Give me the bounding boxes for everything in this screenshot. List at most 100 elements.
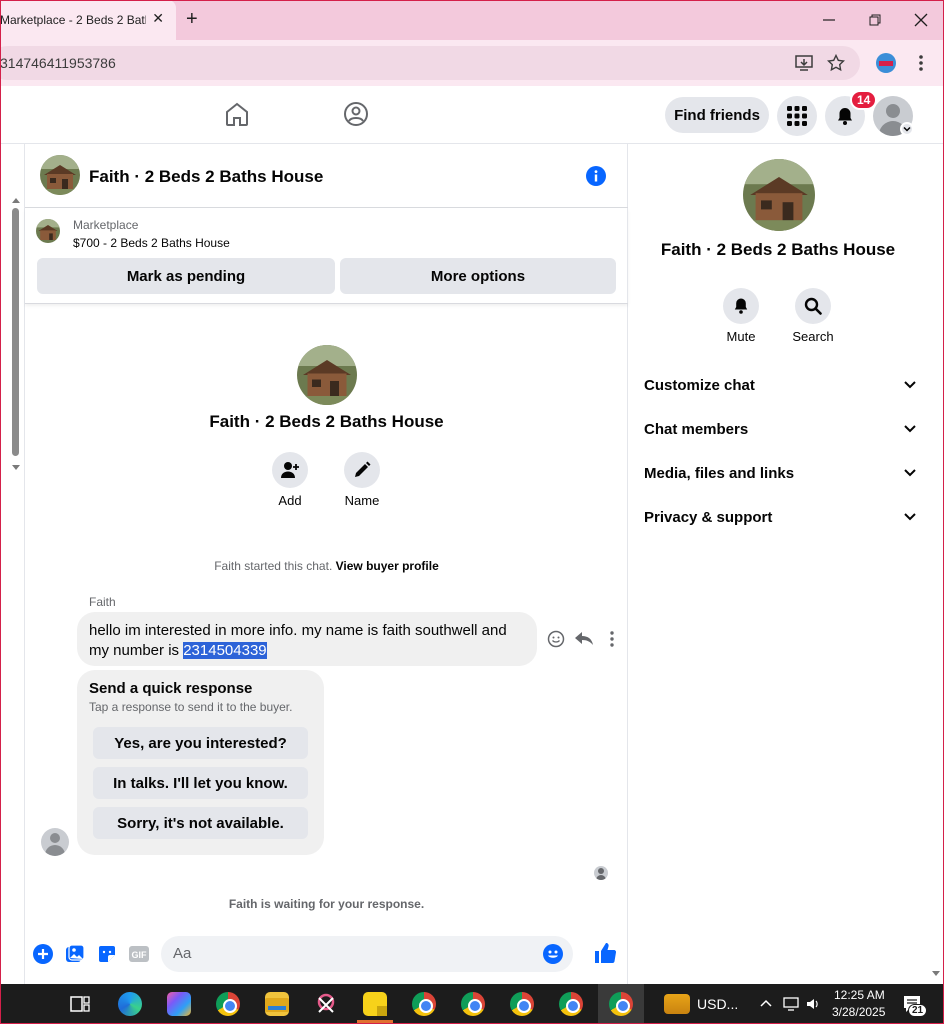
- bookmark-star-icon[interactable]: [827, 54, 845, 72]
- scroll-up-arrow-icon[interactable]: [11, 196, 21, 204]
- listing-price-title[interactable]: $700 - 2 Beds 2 Baths House: [73, 236, 230, 250]
- task-view-icon[interactable]: [70, 994, 90, 1014]
- scroll-down-arrow-icon[interactable]: [11, 464, 21, 472]
- minimize-icon[interactable]: [822, 13, 836, 27]
- info-icon[interactable]: [586, 166, 606, 186]
- tray-expand-icon[interactable]: [760, 998, 772, 1008]
- svg-text:GIF: GIF: [132, 950, 148, 960]
- notification-count-badge: 14: [850, 90, 878, 110]
- quick-response-not-available[interactable]: Sorry, it's not available.: [93, 807, 308, 839]
- groups-icon[interactable]: [342, 100, 370, 128]
- browser-tab[interactable]: Marketplace - 2 Beds 2 Baths House ✕: [0, 0, 176, 40]
- bell-icon: [734, 298, 748, 314]
- menu-button[interactable]: [777, 96, 817, 136]
- customize-chat-row[interactable]: Customize chat: [644, 370, 916, 400]
- network-icon[interactable]: [782, 996, 800, 1012]
- gif-icon[interactable]: GIF: [129, 944, 149, 964]
- more-composer-actions-icon[interactable]: [33, 944, 53, 964]
- quick-response-in-talks[interactable]: In talks. I'll let you know.: [93, 767, 308, 799]
- chrome-profile-4-icon[interactable]: [510, 992, 534, 1016]
- volume-icon[interactable]: [805, 996, 821, 1012]
- chat-started-notice: Faith started this chat. View buyer prof…: [25, 559, 628, 573]
- quick-response-title: Send a quick response: [89, 680, 253, 697]
- media-files-links-label: Media, files and links: [644, 464, 795, 482]
- search-in-chat-button[interactable]: [795, 288, 831, 324]
- reply-icon[interactable]: [574, 630, 594, 648]
- chat-title: Faith · 2 Beds 2 Baths House: [89, 167, 324, 186]
- chrome-profile-2-icon[interactable]: [412, 992, 436, 1016]
- clock-date[interactable]: 3/28/2025: [832, 1005, 885, 1019]
- message-input[interactable]: [173, 945, 533, 962]
- sender-avatar[interactable]: [41, 828, 69, 856]
- pencil-icon: [355, 461, 371, 477]
- url-text: 314746411953786: [0, 55, 116, 71]
- tab-close-icon[interactable]: ✕: [152, 10, 164, 27]
- media-files-links-row[interactable]: Media, files and links: [644, 458, 916, 488]
- mute-label: Mute: [726, 329, 756, 344]
- currency-widget-label[interactable]: USD...: [697, 996, 738, 1012]
- add-person-icon: [281, 462, 299, 478]
- restore-icon[interactable]: [868, 13, 882, 27]
- react-emoji-icon[interactable]: [547, 630, 565, 648]
- chrome-active-icon[interactable]: [609, 992, 633, 1016]
- customize-chat-label: Customize chat: [644, 376, 755, 394]
- chrome-profile-3-icon[interactable]: [461, 992, 485, 1016]
- browser-menu-icon[interactable]: [918, 54, 924, 72]
- scroll-down-arrow-icon[interactable]: [931, 970, 941, 978]
- facebook-top-nav: Find friends: [0, 86, 944, 144]
- find-friends-button[interactable]: Find friends: [665, 97, 769, 133]
- add-people-button[interactable]: [272, 452, 308, 488]
- edge-browser-icon[interactable]: [118, 992, 142, 1016]
- like-thumb-icon[interactable]: [594, 942, 616, 964]
- listing-thumbnail[interactable]: [36, 219, 60, 243]
- account-chevron-icon[interactable]: [900, 122, 914, 136]
- sticker-icon[interactable]: [97, 944, 117, 964]
- details-avatar[interactable]: [743, 159, 815, 231]
- more-options-button[interactable]: More options: [340, 258, 616, 294]
- privacy-support-label: Privacy & support: [644, 508, 773, 526]
- emoji-icon[interactable]: [543, 944, 563, 964]
- currency-widget-icon[interactable]: [664, 994, 690, 1014]
- name-chat-button[interactable]: [344, 452, 380, 488]
- snipping-tool-icon[interactable]: [314, 992, 338, 1016]
- profile-avatar-icon[interactable]: [876, 53, 896, 73]
- more-actions-icon[interactable]: [609, 630, 615, 648]
- scrollbar-thumb[interactable]: [12, 208, 19, 456]
- sticky-notes-icon[interactable]: [363, 992, 387, 1016]
- address-bar[interactable]: 314746411953786: [0, 46, 860, 80]
- file-explorer-icon[interactable]: [265, 992, 289, 1016]
- seen-receipt-avatar: [594, 866, 608, 880]
- chevron-down-icon: [904, 513, 916, 521]
- chat-members-row[interactable]: Chat members: [644, 414, 916, 444]
- chevron-down-icon: [904, 425, 916, 433]
- chevron-down-icon: [904, 381, 916, 389]
- view-buyer-profile-link[interactable]: View buyer profile: [336, 559, 439, 573]
- attach-photo-icon[interactable]: [65, 944, 85, 964]
- clock-time[interactable]: 12:25 AM: [834, 988, 885, 1002]
- details-title: Faith · 2 Beds 2 Baths House: [660, 240, 896, 259]
- listing-avatar[interactable]: [40, 155, 80, 195]
- message-composer[interactable]: [161, 936, 573, 972]
- home-icon[interactable]: [223, 100, 251, 128]
- close-window-icon[interactable]: [914, 13, 928, 27]
- copilot-icon[interactable]: [167, 992, 191, 1016]
- install-app-icon[interactable]: [795, 54, 813, 72]
- chat-scrollbar[interactable]: [10, 194, 22, 476]
- active-app-indicator: [357, 1020, 393, 1023]
- message-bubble[interactable]: hello im interested in more info. my nam…: [77, 612, 537, 666]
- chrome-profile-5-icon[interactable]: [559, 992, 583, 1016]
- add-label: Add: [278, 493, 302, 508]
- privacy-support-row[interactable]: Privacy & support: [644, 502, 916, 532]
- page-scrollbar[interactable]: [930, 144, 942, 984]
- chrome-icon[interactable]: [216, 992, 240, 1016]
- new-tab-button[interactable]: +: [186, 8, 198, 31]
- mark-pending-button[interactable]: Mark as pending: [37, 258, 335, 294]
- chat-panel: Faith · 2 Beds 2 Baths House Marketplace…: [24, 144, 628, 984]
- started-text: Faith started this chat.: [214, 559, 333, 573]
- center-listing-avatar: [297, 345, 357, 405]
- quick-response-yes[interactable]: Yes, are you interested?: [93, 727, 308, 759]
- mute-button[interactable]: [723, 288, 759, 324]
- chat-members-label: Chat members: [644, 420, 749, 438]
- chevron-down-icon: [904, 469, 916, 477]
- waiting-notice: Faith is waiting for your response.: [228, 897, 425, 911]
